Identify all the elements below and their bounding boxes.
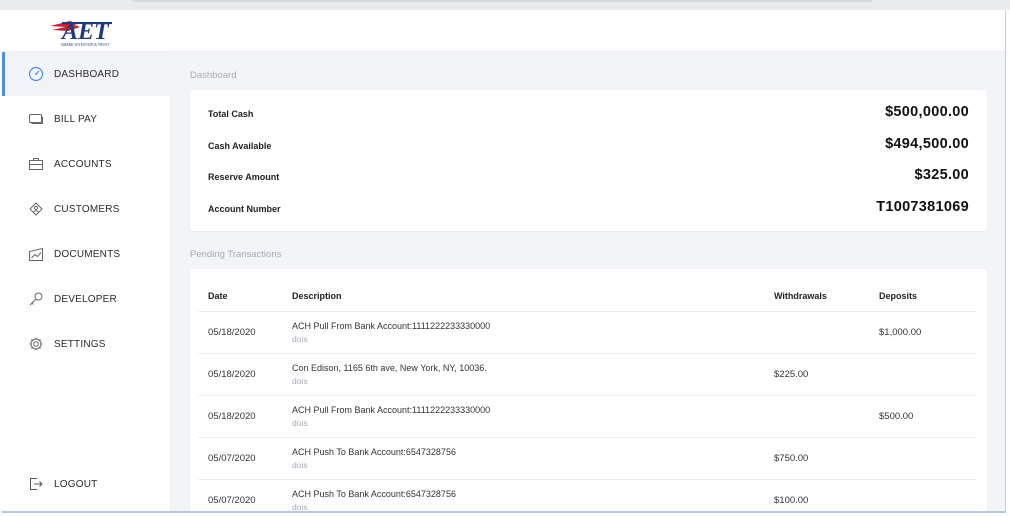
row-date: 05/07/2020 — [208, 453, 256, 464]
key-icon — [29, 292, 43, 306]
summary-value: T1007381069 — [876, 199, 969, 215]
row-withdrawal: $100.00 — [774, 495, 809, 506]
app-frame: AET AMERICAN ESTATE & TRUST DASHBOARD BI… — [2, 10, 1006, 513]
column-header-date: Date — [208, 291, 228, 301]
summary-row-account-number: Account Number T1007381069 — [190, 195, 987, 225]
row-description: ACH Push To Bank Account:6547328756 — [292, 489, 456, 499]
summary-value: $494,500.00 — [885, 136, 969, 152]
sidebar-item-label: DASHBOARD — [54, 68, 120, 80]
sidebar-item-settings[interactable]: SETTINGS — [2, 322, 170, 366]
table-row[interactable]: 05/07/2020 ACH Push To Bank Account:6547… — [198, 437, 977, 479]
sidebar-item-developer[interactable]: DEVELOPER — [2, 277, 170, 321]
pending-transactions-title: Pending Transactions — [190, 249, 282, 260]
svg-text:AMERICAN ESTATE & TRUST: AMERICAN ESTATE & TRUST — [61, 43, 110, 47]
summary-value: $325.00 — [914, 167, 969, 183]
briefcase-icon — [29, 158, 43, 170]
row-memo: dois — [292, 502, 308, 512]
logout-label: LOGOUT — [54, 478, 98, 490]
gear-icon — [29, 337, 43, 351]
row-date: 05/18/2020 — [208, 327, 256, 338]
summary-label: Reserve Amount — [208, 172, 280, 182]
address-bar — [132, 0, 872, 2]
user-icon — [29, 202, 43, 216]
row-withdrawal: $225.00 — [774, 369, 809, 380]
transactions-table: Date Description Withdrawals Deposits 05… — [190, 269, 987, 512]
row-memo: dois — [292, 418, 308, 428]
summary-label: Cash Available — [208, 141, 272, 151]
main-content: Dashboard Total Cash $500,000.00 Cash Av… — [170, 52, 1005, 512]
logo-icon: AET AMERICAN ESTATE & TRUST — [50, 19, 112, 47]
logout-icon — [30, 478, 43, 490]
sidebar: DASHBOARD BILL PAY ACCOUNTS CUSTOMERS DO… — [2, 52, 170, 511]
summary-value: $500,000.00 — [885, 104, 969, 120]
summary-row-total-cash: Total Cash $500,000.00 — [190, 100, 987, 130]
summary-row-cash-available: Cash Available $494,500.00 — [190, 132, 987, 162]
row-memo: dois — [292, 334, 308, 344]
row-description: Con Edison, 1165 6th ave, New York, NY, … — [292, 363, 487, 373]
browser-top-strip — [0, 0, 1010, 10]
table-row[interactable]: 05/07/2020 ACH Push To Bank Account:6547… — [198, 479, 977, 512]
sidebar-item-dashboard[interactable]: DASHBOARD — [2, 52, 170, 96]
card-icon — [29, 114, 43, 124]
column-header-withdrawals: Withdrawals — [774, 291, 827, 301]
page-title: Dashboard — [190, 70, 237, 81]
row-date: 05/18/2020 — [208, 411, 256, 422]
sidebar-item-bill-pay[interactable]: BILL PAY — [2, 97, 170, 141]
summary-row-reserve-amount: Reserve Amount $325.00 — [190, 163, 987, 193]
table-row[interactable]: 05/18/2020 ACH Pull From Bank Account:11… — [198, 395, 977, 437]
gauge-icon — [28, 66, 44, 82]
column-header-deposits: Deposits — [879, 291, 918, 301]
sidebar-item-label: DOCUMENTS — [54, 248, 121, 260]
row-memo: dois — [292, 460, 308, 470]
sidebar-item-label: BILL PAY — [54, 113, 98, 125]
brand-logo[interactable]: AET AMERICAN ESTATE & TRUST — [48, 14, 122, 48]
sidebar-item-label: SETTINGS — [54, 338, 106, 350]
row-description: ACH Pull From Bank Account:1111222233330… — [292, 321, 491, 331]
row-date: 05/07/2020 — [208, 495, 256, 506]
sidebar-item-documents[interactable]: DOCUMENTS — [2, 232, 170, 276]
row-deposit: $500.00 — [879, 411, 914, 422]
sidebar-item-customers[interactable]: CUSTOMERS — [2, 187, 170, 231]
chart-icon — [29, 247, 43, 261]
row-date: 05/18/2020 — [208, 369, 256, 380]
row-deposit: $1,000.00 — [879, 327, 922, 338]
row-description: ACH Pull From Bank Account:1111222233330… — [292, 405, 491, 415]
sidebar-item-accounts[interactable]: ACCOUNTS — [2, 142, 170, 186]
summary-label: Total Cash — [208, 109, 254, 119]
summary-label: Account Number — [208, 204, 281, 214]
header: AET AMERICAN ESTATE & TRUST — [2, 10, 1005, 52]
summary-card: Total Cash $500,000.00 Cash Available $4… — [190, 90, 987, 231]
row-memo: dois — [292, 376, 308, 386]
row-description: ACH Push To Bank Account:6547328756 — [292, 447, 456, 457]
sidebar-item-label: CUSTOMERS — [54, 203, 120, 215]
row-withdrawal: $750.00 — [774, 453, 809, 464]
table-row[interactable]: 05/18/2020 Con Edison, 1165 6th ave, New… — [198, 353, 977, 395]
table-row[interactable]: 05/18/2020 ACH Pull From Bank Account:11… — [198, 311, 977, 353]
column-header-description: Description — [292, 291, 342, 301]
sidebar-item-label: DEVELOPER — [54, 293, 117, 305]
logout-button[interactable]: LOGOUT — [2, 462, 170, 506]
sidebar-item-label: ACCOUNTS — [54, 158, 112, 170]
